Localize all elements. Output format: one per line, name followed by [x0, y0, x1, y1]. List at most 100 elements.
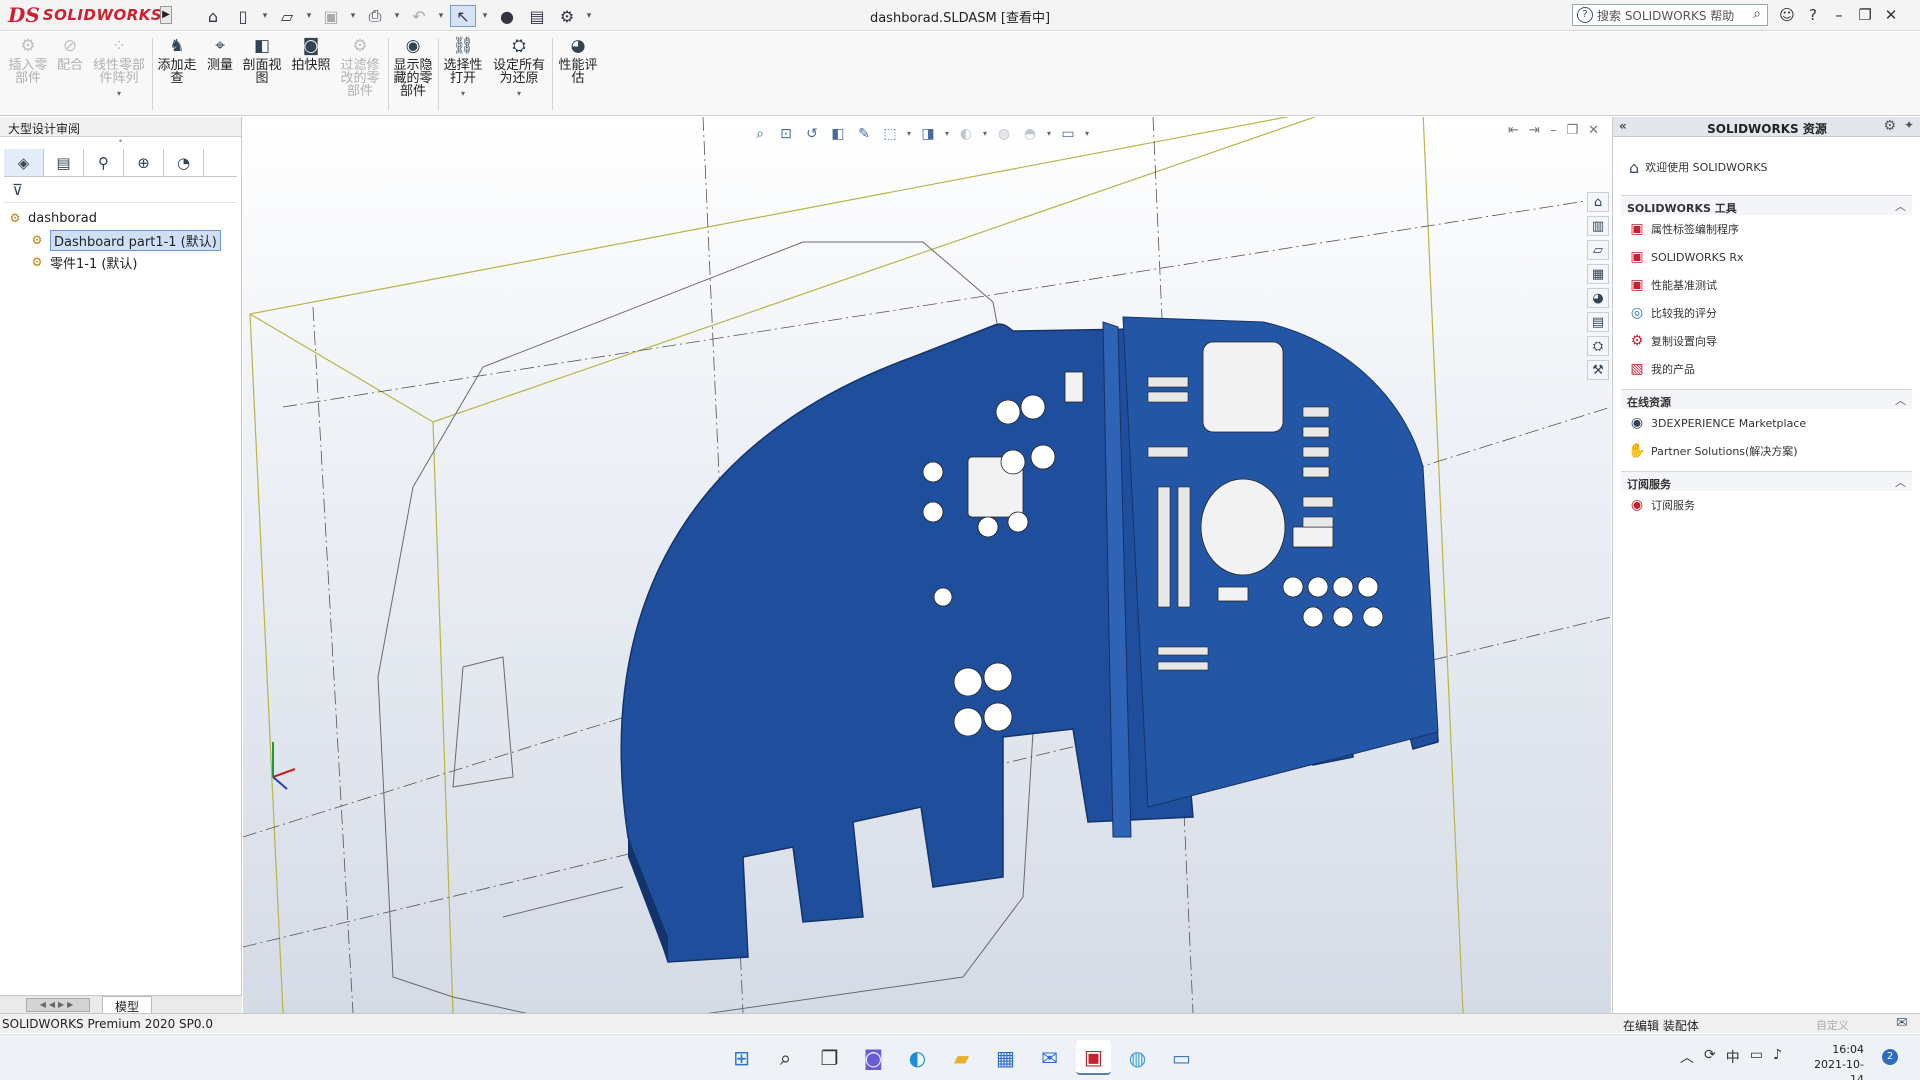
- print-icon[interactable]: ⎙: [362, 5, 388, 27]
- set-all-resolved-button[interactable]: ⛭ 设定所有为还原 ▾: [490, 36, 548, 100]
- minimize-icon[interactable]: –: [1830, 6, 1848, 24]
- viewport-close-icon[interactable]: ✕: [1588, 123, 1599, 138]
- store-icon[interactable]: ▦: [988, 1040, 1023, 1075]
- undo-icon[interactable]: ↶: [406, 5, 432, 27]
- volume-icon[interactable]: ♪: [1773, 1047, 1782, 1067]
- measure-button[interactable]: ⌖ 测量: [204, 36, 236, 72]
- search-icon[interactable]: ⌕: [1753, 6, 1761, 22]
- mate-button[interactable]: ⊘ 配合: [54, 36, 86, 72]
- home-icon[interactable]: ⌂: [200, 5, 226, 27]
- hide-show-dropdown-icon[interactable]: ▾: [981, 124, 989, 144]
- solidworks-forum-tab-icon[interactable]: ⛭: [1587, 336, 1609, 356]
- ime-indicator[interactable]: 中: [1726, 1047, 1740, 1067]
- tile-right-icon[interactable]: ⇥: [1529, 123, 1540, 138]
- menu-expand-arrow[interactable]: ▶: [160, 6, 172, 24]
- open-dropdown-icon[interactable]: ▾: [304, 5, 314, 27]
- resources-tab-icon[interactable]: ⌂: [1587, 192, 1609, 212]
- tree-item-root[interactable]: ⚙ dashborad: [0, 207, 241, 229]
- view-settings-dropdown-icon[interactable]: ▾: [1083, 124, 1091, 144]
- toolbox-tab-icon[interactable]: ⚒: [1587, 360, 1609, 380]
- snapshot-button[interactable]: ◙ 拍快照: [288, 36, 334, 72]
- graphics-area[interactable]: ⌕ ⊡ ↺ ◧ ✎ ⬚ ▾ ◨ ▾ ◐ ▾ ◍ ◓ ▾ ▭ ▾ ⇤ ⇥ – ❐ …: [243, 117, 1611, 1013]
- dashboard-part-model[interactable]: [620, 316, 1439, 963]
- property-tab-builder-link[interactable]: ▣ 属性标签编制程序: [1621, 215, 1912, 243]
- chevron-up-icon[interactable]: ︿: [1680, 1047, 1694, 1067]
- property-manager-tab-icon[interactable]: ▤: [44, 149, 84, 176]
- dynamic-annotation-icon[interactable]: ✎: [853, 124, 875, 144]
- section-header[interactable]: SOLIDWORKS 工具 ︿: [1621, 195, 1912, 215]
- earth-app-icon[interactable]: ◍: [1120, 1040, 1155, 1075]
- filter-modified-button[interactable]: ⚙ 过滤修改的零部件: [338, 36, 382, 98]
- user-icon[interactable]: ☺: [1778, 6, 1796, 24]
- welcome-link[interactable]: ⌂ 欢迎使用 SOLIDWORKS: [1613, 145, 1920, 189]
- apply-scene-dropdown-icon[interactable]: ▾: [1045, 124, 1053, 144]
- apply-scene-icon[interactable]: ◓: [1019, 124, 1041, 144]
- display-style-dropdown-icon[interactable]: ▾: [943, 124, 951, 144]
- new-icon[interactable]: ▯: [230, 5, 256, 27]
- view-settings-icon[interactable]: ▭: [1057, 124, 1079, 144]
- marketplace-link[interactable]: ◉ 3DEXPERIENCE Marketplace: [1621, 409, 1912, 437]
- tab-scroll-arrows[interactable]: ◀◀▶▶: [26, 997, 90, 1012]
- save-icon[interactable]: ▣: [318, 5, 344, 27]
- help-button[interactable]: ?: [1804, 6, 1822, 24]
- file-explorer-tab-icon[interactable]: ▱: [1587, 240, 1609, 260]
- notification-badge[interactable]: 2: [1882, 1049, 1898, 1065]
- tree-item-dashboard-part[interactable]: ⚙ Dashboard part1-1 (默认): [0, 229, 241, 251]
- performance-benchmark-link[interactable]: ▣ 性能基准测试: [1621, 271, 1912, 299]
- previous-view-icon[interactable]: ↺: [801, 124, 823, 144]
- solidworks-logo[interactable]: DS SOLIDWORKS: [8, 3, 162, 27]
- save-dropdown-icon[interactable]: ▾: [348, 5, 358, 27]
- task-view-icon[interactable]: ❐: [812, 1040, 847, 1075]
- view-orientation-dropdown-icon[interactable]: ▾: [905, 124, 913, 144]
- close-icon[interactable]: ✕: [1882, 6, 1900, 24]
- linear-pattern-button[interactable]: ⁘ 线性零部件阵列 ▾: [90, 36, 148, 100]
- section-view-button[interactable]: ◧ 剖面视图: [240, 36, 284, 85]
- view-palette-tab-icon[interactable]: ▦: [1587, 264, 1609, 284]
- traffic-light-icon[interactable]: ●: [494, 5, 520, 27]
- select-dropdown-icon[interactable]: ▾: [480, 5, 490, 27]
- tab-model[interactable]: 模型: [102, 995, 153, 1014]
- section-header[interactable]: 在线资源 ︿: [1621, 389, 1912, 409]
- start-icon[interactable]: ⊞: [724, 1040, 759, 1075]
- selective-open-button[interactable]: ⛓ 选择性打开 ▾: [442, 36, 484, 100]
- edit-appearance-icon[interactable]: ◍: [993, 124, 1015, 144]
- solidworks-app-icon[interactable]: ▣: [1076, 1040, 1111, 1075]
- my-products-link[interactable]: ▧ 我的产品: [1621, 355, 1912, 383]
- sync-icon[interactable]: ⟳: [1704, 1047, 1716, 1067]
- hide-show-items-icon[interactable]: ◐: [955, 124, 977, 144]
- chat-icon[interactable]: ◙: [856, 1040, 891, 1075]
- status-bar-options-icon[interactable]: ✉: [1896, 1015, 1908, 1031]
- undo-dropdown-icon[interactable]: ▾: [436, 5, 446, 27]
- tree-filter-icon[interactable]: ⊽: [4, 177, 237, 203]
- compare-score-link[interactable]: ◎ 比较我的评分: [1621, 299, 1912, 327]
- configuration-manager-tab-icon[interactable]: ⚲: [84, 149, 124, 176]
- viewport-minimize-icon[interactable]: –: [1550, 123, 1557, 138]
- viewport-restore-icon[interactable]: ❐: [1566, 123, 1578, 138]
- display-manager-tab-icon[interactable]: ◔: [164, 149, 204, 176]
- panel-grip[interactable]: •: [0, 137, 241, 149]
- edge-browser-icon[interactable]: ◐: [900, 1040, 935, 1075]
- custom-properties-tab-icon[interactable]: ▤: [1587, 312, 1609, 332]
- task-pane-settings-icon[interactable]: ⚙: [1883, 118, 1896, 134]
- performance-evaluation-button[interactable]: ◕ 性能评估: [556, 36, 600, 85]
- feature-manager-tab-icon[interactable]: ◈: [4, 149, 44, 176]
- options-icon[interactable]: ⚙: [554, 5, 580, 27]
- display-style-icon[interactable]: ◨: [917, 124, 939, 144]
- tree-item-part1[interactable]: ⚙ 零件1-1 (默认): [0, 251, 241, 273]
- dimxpert-tab-icon[interactable]: ⊕: [124, 149, 164, 176]
- model-scene[interactable]: [243, 117, 1611, 1013]
- insert-part-button[interactable]: ⚙ 插入零部件: [6, 36, 50, 85]
- display-icon[interactable]: ▭: [1750, 1047, 1763, 1067]
- large-design-review-tab[interactable]: 大型设计审阅: [0, 117, 241, 137]
- file-explorer-icon[interactable]: ▰: [944, 1040, 979, 1075]
- section-header[interactable]: 订阅服务 ︿: [1621, 471, 1912, 491]
- pin-icon[interactable]: ✦: [1904, 118, 1914, 132]
- new-dropdown-icon[interactable]: ▾: [260, 5, 270, 27]
- clock[interactable]: 16:04 2021-10-14: [1808, 1042, 1864, 1080]
- zoom-to-fit-icon[interactable]: ⌕: [749, 124, 771, 144]
- customize-button[interactable]: 自定义: [1816, 1017, 1849, 1033]
- add-walkthrough-button[interactable]: ♞ 添加走查: [156, 36, 198, 85]
- tile-left-icon[interactable]: ⇤: [1508, 123, 1519, 138]
- design-library-tab-icon[interactable]: ▥: [1587, 216, 1609, 236]
- partner-solutions-link[interactable]: ✋ Partner Solutions(解决方案): [1621, 437, 1912, 465]
